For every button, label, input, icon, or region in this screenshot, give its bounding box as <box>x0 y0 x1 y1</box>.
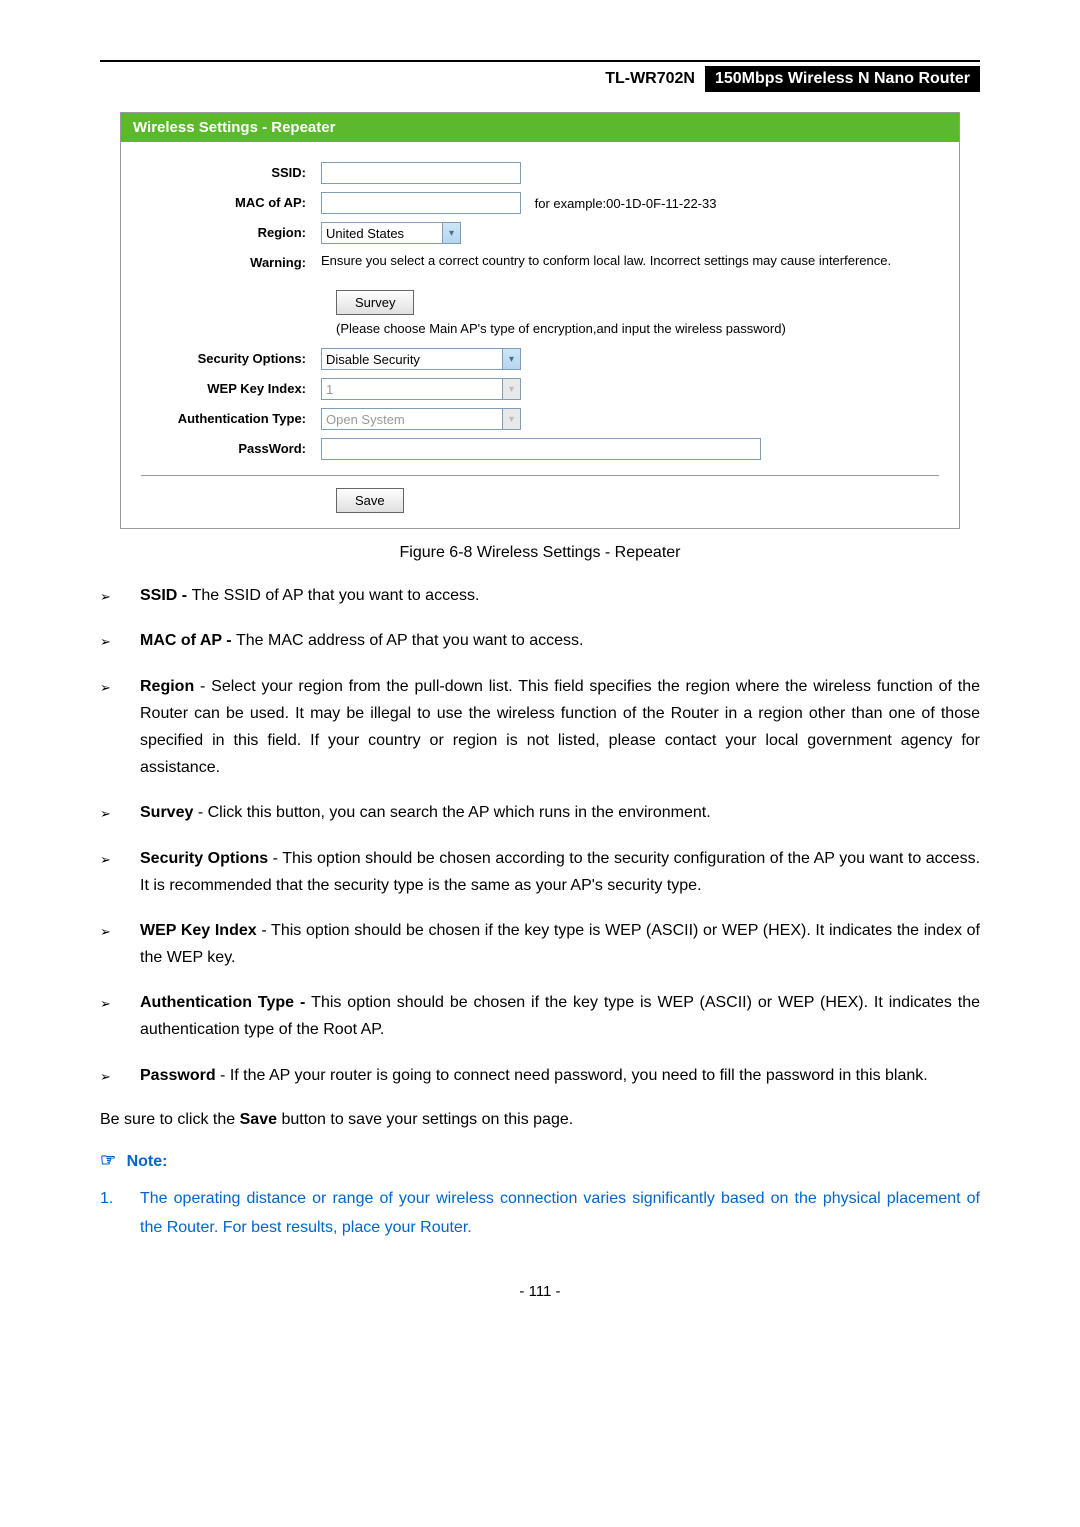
description-list: ➢ SSID - The SSID of AP that you want to… <box>100 582 980 1089</box>
note-text: The operating distance or range of your … <box>140 1185 980 1243</box>
bullet-icon: ➢ <box>100 673 140 782</box>
survey-button[interactable]: Survey <box>336 290 414 315</box>
survey-row: Survey <box>336 290 939 315</box>
ssid-input[interactable] <box>321 162 521 184</box>
list-item: ➢ Password - If the AP your router is go… <box>100 1062 980 1089</box>
note-number: 1. <box>100 1185 140 1243</box>
warning-text: Ensure you select a correct country to c… <box>321 252 939 270</box>
bullet-icon: ➢ <box>100 627 140 654</box>
password-input[interactable] <box>321 438 761 460</box>
wep-select: 1 ▾ <box>321 378 521 400</box>
figure-caption: Figure 6-8 Wireless Settings - Repeater <box>100 544 980 562</box>
mac-example: for example:00-1D-0F-11-22-33 <box>535 196 717 211</box>
save-note: Be sure to click the Save button to save… <box>100 1107 980 1133</box>
mac-row: MAC of AP: for example:00-1D-0F-11-22-33 <box>141 192 939 214</box>
save-row: Save <box>141 475 939 513</box>
chevron-down-icon: ▾ <box>502 349 520 369</box>
warning-label: Warning: <box>141 252 321 270</box>
ssid-row: SSID: <box>141 162 939 184</box>
wep-value: 1 <box>322 382 502 397</box>
page-number: - 111 - <box>100 1283 980 1300</box>
list-item: ➢ Survey - Click this button, you can se… <box>100 799 980 826</box>
region-select[interactable]: United States ▾ <box>321 222 461 244</box>
security-label: Security Options: <box>141 348 321 366</box>
wep-label: WEP Key Index: <box>141 378 321 396</box>
wep-row: WEP Key Index: 1 ▾ <box>141 378 939 400</box>
chevron-down-icon: ▾ <box>502 409 520 429</box>
mac-label: MAC of AP: <box>141 192 321 210</box>
security-row: Security Options: Disable Security ▾ <box>141 348 939 370</box>
auth-select: Open System ▾ <box>321 408 521 430</box>
bullet-icon: ➢ <box>100 917 140 971</box>
model-label: TL-WR702N <box>595 66 705 92</box>
header-divider <box>100 60 980 62</box>
settings-panel: Wireless Settings - Repeater SSID: MAC o… <box>120 112 960 529</box>
product-name: 150Mbps Wireless N Nano Router <box>705 66 980 92</box>
pointing-hand-icon: ☞ <box>100 1150 116 1170</box>
list-item: ➢ MAC of AP - The MAC address of AP that… <box>100 627 980 654</box>
survey-note: (Please choose Main AP's type of encrypt… <box>336 321 939 336</box>
security-select[interactable]: Disable Security ▾ <box>321 348 521 370</box>
region-label: Region: <box>141 222 321 240</box>
chevron-down-icon: ▾ <box>502 379 520 399</box>
note-header: ☞ Note: <box>100 1150 980 1171</box>
security-value: Disable Security <box>322 352 502 367</box>
bullet-icon: ➢ <box>100 989 140 1043</box>
list-item: ➢ Authentication Type - This option shou… <box>100 989 980 1043</box>
chevron-down-icon: ▾ <box>442 223 460 243</box>
header-bar: TL-WR702N 150Mbps Wireless N Nano Router <box>100 66 980 92</box>
bullet-icon: ➢ <box>100 799 140 826</box>
password-row: PassWord: <box>141 438 939 460</box>
save-button[interactable]: Save <box>336 488 404 513</box>
auth-row: Authentication Type: Open System ▾ <box>141 408 939 430</box>
warning-row: Warning: Ensure you select a correct cou… <box>141 252 939 270</box>
auth-value: Open System <box>322 412 502 427</box>
panel-title: Wireless Settings - Repeater <box>121 113 959 142</box>
mac-input[interactable] <box>321 192 521 214</box>
region-row: Region: United States ▾ <box>141 222 939 244</box>
list-item: ➢ Region - Select your region from the p… <box>100 673 980 782</box>
bullet-icon: ➢ <box>100 582 140 609</box>
bullet-icon: ➢ <box>100 1062 140 1089</box>
bullet-icon: ➢ <box>100 845 140 899</box>
password-label: PassWord: <box>141 438 321 456</box>
note-item: 1. The operating distance or range of yo… <box>100 1185 980 1243</box>
note-list: 1. The operating distance or range of yo… <box>100 1185 980 1243</box>
ssid-label: SSID: <box>141 162 321 180</box>
note-label: Note: <box>127 1153 168 1170</box>
list-item: ➢ Security Options - This option should … <box>100 845 980 899</box>
panel-body: SSID: MAC of AP: for example:00-1D-0F-11… <box>121 142 959 528</box>
auth-label: Authentication Type: <box>141 408 321 426</box>
list-item: ➢ SSID - The SSID of AP that you want to… <box>100 582 980 609</box>
list-item: ➢ WEP Key Index - This option should be … <box>100 917 980 971</box>
region-value: United States <box>322 226 442 241</box>
